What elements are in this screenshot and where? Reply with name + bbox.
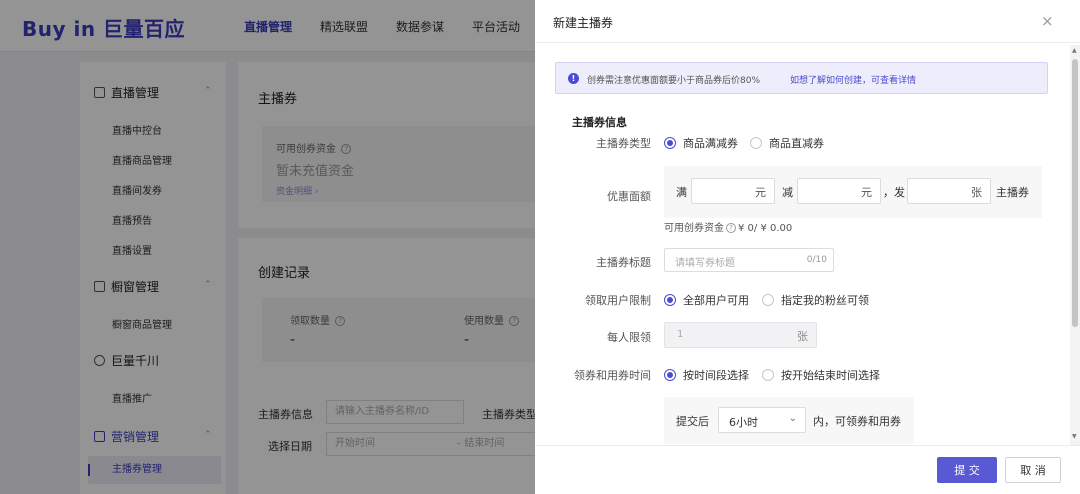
question-icon[interactable]: ? — [726, 223, 736, 233]
close-icon[interactable]: × — [1041, 12, 1054, 30]
radio-fans-only[interactable]: 指定我的粉丝可领 — [762, 292, 869, 308]
scroll-down-icon[interactable]: ▼ — [1072, 433, 1077, 440]
discount-input[interactable]: 元 — [797, 178, 881, 204]
char-counter: 0/10 — [806, 255, 827, 265]
amount-group: 满 元 减 元 ，发 张 主播券 — [664, 166, 1042, 218]
footer-divider — [535, 445, 1080, 446]
coupon-title-label: 主播券标题 — [596, 256, 651, 269]
modal-title: 新建主播券 — [553, 16, 614, 30]
radio-checked-icon — [664, 369, 676, 381]
available-fund-note: 可用创券资金? ¥ 0/ ¥ 0.00 — [664, 223, 793, 234]
after-submit-text: 提交后 — [676, 415, 709, 428]
coupon-title-input[interactable]: 请填写券标题 0/10 — [664, 248, 834, 272]
full-text: 满 — [676, 186, 687, 199]
notice-detail-link[interactable]: 如想了解如何创建，可查看详情 — [790, 73, 916, 86]
coupon-type-label: 主播券类型 — [596, 137, 651, 150]
modal-overlay[interactable] — [0, 0, 535, 494]
time-label: 领券和用券时间 — [574, 369, 651, 382]
section-title: 主播券信息 — [572, 116, 627, 129]
radio-direct-reduction[interactable]: 商品直减券 — [750, 135, 824, 151]
chevron-down-icon: ⌄ — [788, 413, 797, 424]
radio-unchecked-icon — [750, 137, 762, 149]
radio-unchecked-icon — [762, 294, 774, 306]
per-person-label: 每人限领 — [607, 331, 651, 344]
create-coupon-drawer: 新建主播券 × ! 创券需注意优惠面额要小于商品券后价80% 如想了解如何创建，… — [535, 0, 1080, 494]
header-divider — [535, 42, 1080, 43]
amount-label: 优惠面额 — [607, 190, 651, 203]
cancel-button[interactable]: 取 消 — [1005, 457, 1061, 483]
threshold-input[interactable]: 元 — [691, 178, 775, 204]
minus-text: 减 — [782, 186, 793, 199]
radio-checked-icon — [664, 294, 676, 306]
within-text: 内，可领券和用券 — [813, 415, 901, 428]
submit-button[interactable]: 提 交 — [937, 457, 997, 483]
quantity-input[interactable]: 张 — [907, 178, 991, 204]
scrollbar[interactable]: ▲ ▼ — [1070, 45, 1080, 445]
radio-unchecked-icon — [762, 369, 774, 381]
notice-text: 创券需注意优惠面额要小于商品券后价80% — [587, 76, 761, 86]
radio-full-reduction[interactable]: 商品满减券 — [664, 135, 738, 151]
radio-by-period[interactable]: 按时间段选择 — [664, 367, 749, 383]
suffix-text: 主播券 — [996, 186, 1029, 199]
per-person-input: 1 张 — [664, 322, 817, 348]
user-limit-label: 领取用户限制 — [585, 294, 651, 307]
scrollbar-thumb[interactable] — [1072, 59, 1078, 327]
info-icon: ! — [568, 73, 579, 84]
issue-text: ，发 — [883, 186, 905, 199]
notice-banner: ! 创券需注意优惠面额要小于商品券后价80% 如想了解如何创建，可查看详情 — [555, 62, 1048, 94]
time-period-group: 提交后 6小时 ⌄ 内，可领券和用券 — [664, 397, 914, 444]
scroll-up-icon[interactable]: ▲ — [1072, 47, 1077, 54]
radio-all-users[interactable]: 全部用户可用 — [664, 292, 749, 308]
period-select[interactable]: 6小时 ⌄ — [718, 407, 806, 433]
radio-by-start-end[interactable]: 按开始结束时间选择 — [762, 367, 880, 383]
radio-checked-icon — [664, 137, 676, 149]
